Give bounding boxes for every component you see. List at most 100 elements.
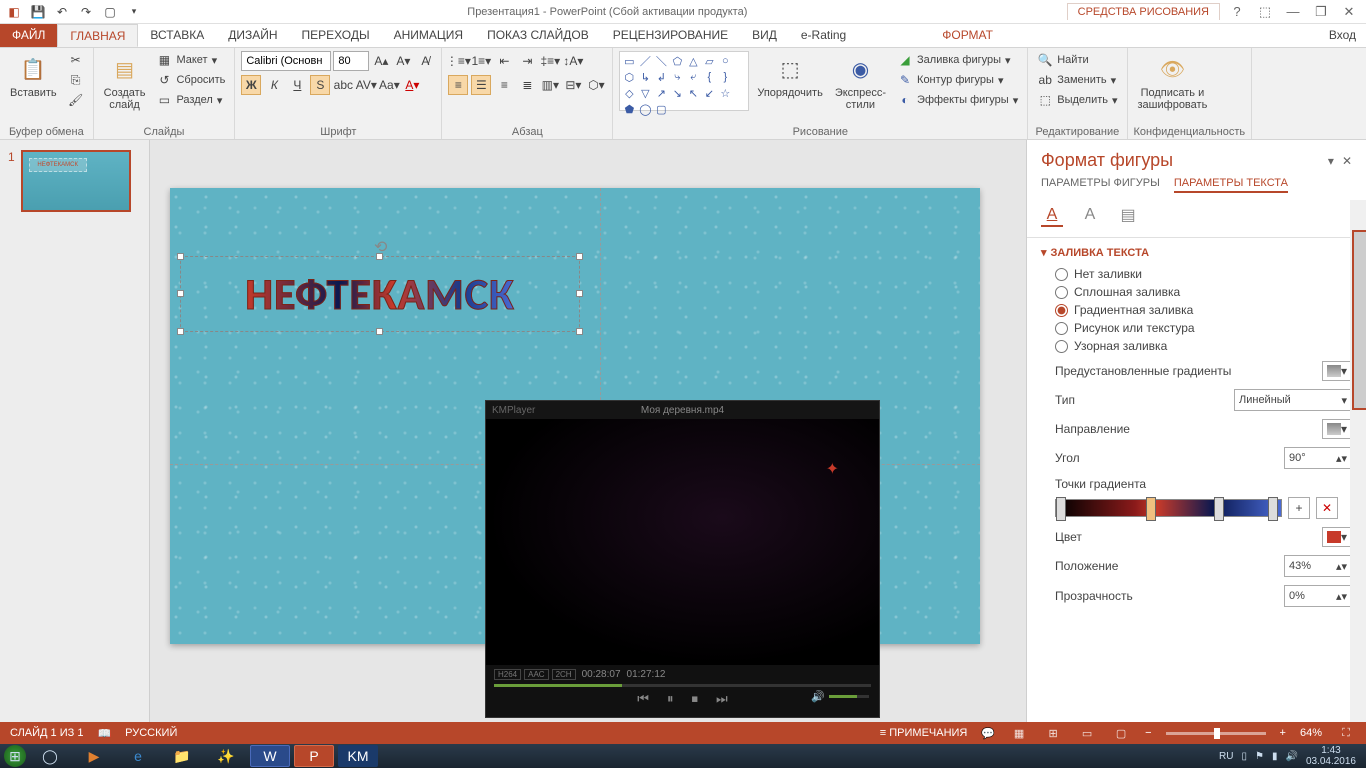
columns-button[interactable]: ▥▾	[540, 75, 560, 95]
shapes-gallery[interactable]: ▭／＼⬠△▱○⬡ ↳↲⤷⤶{}◇▽ ↗↘↖↙☆⬟◯▢	[619, 51, 749, 111]
wordart-text[interactable]: НЕФТЕКАМСК	[245, 267, 515, 321]
pane-scrollbar[interactable]	[1350, 200, 1366, 722]
zoom-level[interactable]: 64%	[1300, 727, 1322, 739]
decrease-indent-button[interactable]: ⇤	[494, 51, 514, 71]
smartart-button[interactable]: ⬡▾	[586, 75, 606, 95]
reset-button[interactable]: ↺Сбросить	[153, 71, 228, 89]
radio-solid-fill[interactable]: Сплошная заливка	[1055, 285, 1352, 299]
taskbar-ie[interactable]: e	[118, 745, 158, 767]
tab-home[interactable]: ГЛАВНАЯ	[57, 24, 138, 47]
gradient-type-combo[interactable]: Линейный▾	[1234, 389, 1352, 411]
font-color-button[interactable]: A▾	[402, 75, 422, 95]
resize-handle-se[interactable]	[576, 328, 583, 335]
radio-gradient-fill[interactable]: Градиентная заливка	[1055, 303, 1352, 317]
kmplayer-volume[interactable]: 🔊	[811, 690, 869, 703]
spell-check-icon[interactable]: 📖	[97, 727, 111, 740]
redo-icon[interactable]: ↷	[78, 4, 94, 20]
change-case-button[interactable]: Aa▾	[379, 75, 399, 95]
pane-tab-shape[interactable]: ПАРАМЕТРЫ ФИГУРЫ	[1041, 177, 1160, 193]
arrange-button[interactable]: ⬚ Упорядочить	[753, 51, 826, 101]
rotation-handle[interactable]: ⟲	[374, 237, 386, 249]
reading-view-button[interactable]: ▭	[1077, 725, 1097, 741]
tray-volume-icon[interactable]: 🔊	[1285, 751, 1297, 762]
remove-gradient-stop-button[interactable]: ✕	[1316, 497, 1338, 519]
align-right-button[interactable]: ≡	[494, 75, 514, 95]
qat-customize-icon[interactable]: ▾	[126, 4, 142, 20]
font-size-combo[interactable]	[333, 51, 369, 71]
align-text-button[interactable]: ⊟▾	[563, 75, 583, 95]
tab-file[interactable]: ФАЙЛ	[0, 24, 57, 47]
maximize-icon[interactable]: ❐	[1312, 4, 1330, 20]
taskbar-wand[interactable]: ✨	[206, 745, 246, 767]
gradient-stop-4[interactable]	[1268, 497, 1278, 521]
kmplayer-progress[interactable]	[494, 684, 871, 687]
taskbar-media[interactable]: ▶	[74, 745, 114, 767]
tab-slideshow[interactable]: ПОКАЗ СЛАЙДОВ	[475, 24, 601, 47]
fit-to-window-button[interactable]: ⛶	[1336, 725, 1356, 741]
slideshow-view-button[interactable]: ▢	[1111, 725, 1131, 741]
start-button[interactable]: ⊞	[4, 745, 26, 767]
tray-flag-icon[interactable]: ⚑	[1255, 751, 1264, 762]
resize-handle-w[interactable]	[177, 290, 184, 297]
position-spinner[interactable]: 43%▴▾	[1284, 555, 1352, 577]
text-effects-icon[interactable]: A	[1079, 205, 1101, 227]
justify-button[interactable]: ≣	[517, 75, 537, 95]
close-icon[interactable]: ✕	[1340, 4, 1358, 20]
find-button[interactable]: 🔍Найти	[1034, 51, 1120, 69]
grow-font-button[interactable]: A▴	[371, 51, 391, 71]
taskbar-explorer[interactable]: 📁	[162, 745, 202, 767]
start-from-beginning-icon[interactable]: ▢	[102, 4, 118, 20]
tab-review[interactable]: РЕЦЕНЗИРОВАНИЕ	[601, 24, 740, 47]
tab-design[interactable]: ДИЗАЙН	[216, 24, 289, 47]
tray-network-icon[interactable]: ▮	[1272, 751, 1278, 762]
gradient-stop-1[interactable]	[1056, 497, 1066, 521]
taskbar-kmplayer[interactable]: KM	[338, 745, 378, 767]
slide-thumbnail-1[interactable]: НЕФТЕКАМСК	[21, 150, 131, 212]
tab-transitions[interactable]: ПЕРЕХОДЫ	[290, 24, 382, 47]
kmplayer-next-button[interactable]: ⏭	[716, 691, 728, 707]
zoom-slider[interactable]	[1166, 732, 1266, 735]
kmplayer-pause-button[interactable]: ⏸	[667, 691, 674, 707]
slide-canvas-area[interactable]: ⟲ НЕФТЕКАМСК KMPlayer Моя деревня.mp4 ✦	[150, 140, 1026, 722]
radio-picture-fill[interactable]: Рисунок или текстура	[1055, 321, 1352, 335]
normal-view-button[interactable]: ▦	[1009, 725, 1029, 741]
paste-button[interactable]: 📋 Вставить	[6, 51, 61, 101]
resize-handle-n[interactable]	[376, 253, 383, 260]
quick-styles-button[interactable]: ◉ Экспресс- стили	[831, 51, 890, 113]
help-icon[interactable]: ?	[1228, 4, 1246, 20]
line-spacing-button[interactable]: ‡≡▾	[540, 51, 560, 71]
section-button[interactable]: ▭Раздел ▾	[153, 91, 228, 109]
layout-button[interactable]: ▦Макет ▾	[153, 51, 228, 69]
tab-erating[interactable]: e-Rating	[789, 24, 858, 47]
tray-lang[interactable]: RU	[1219, 751, 1233, 762]
gradient-stops-slider[interactable]	[1055, 499, 1282, 517]
gradient-direction-dropdown[interactable]: ▾	[1322, 419, 1352, 439]
radio-pattern-fill[interactable]: Узорная заливка	[1055, 339, 1352, 353]
pane-close-icon[interactable]: ✕	[1342, 154, 1352, 168]
tab-insert[interactable]: ВСТАВКА	[138, 24, 216, 47]
new-slide-button[interactable]: ▤ Создать слайд	[100, 51, 150, 113]
replace-button[interactable]: abЗаменить ▾	[1034, 71, 1120, 89]
bullets-button[interactable]: ⋮≡▾	[448, 51, 468, 71]
resize-handle-ne[interactable]	[576, 253, 583, 260]
gradient-stop-3[interactable]	[1214, 497, 1224, 521]
kmplayer-titlebar[interactable]: KMPlayer Моя деревня.mp4	[486, 401, 879, 419]
text-direction-button[interactable]: ↕A▾	[563, 51, 583, 71]
select-button[interactable]: ⬚Выделить ▾	[1034, 91, 1120, 109]
increase-indent-button[interactable]: ⇥	[517, 51, 537, 71]
save-icon[interactable]: 💾	[30, 4, 46, 20]
undo-icon[interactable]: ↶	[54, 4, 70, 20]
kmplayer-prev-button[interactable]: ⏮	[637, 691, 649, 707]
textbox-icon[interactable]: ▤	[1117, 205, 1139, 227]
format-painter-button[interactable]: 🖌	[65, 91, 87, 109]
taskbar-powerpoint[interactable]: P	[294, 745, 334, 767]
pane-options-icon[interactable]: ▾	[1328, 154, 1334, 168]
shadow-button[interactable]: S	[310, 75, 330, 95]
underline-button[interactable]: Ч	[287, 75, 307, 95]
cut-button[interactable]: ✂	[65, 51, 87, 69]
gradient-stop-2[interactable]	[1146, 497, 1156, 521]
status-slide-indicator[interactable]: СЛАЙД 1 ИЗ 1	[10, 727, 83, 739]
text-fill-outline-icon[interactable]: A	[1041, 205, 1063, 227]
kmplayer-window[interactable]: KMPlayer Моя деревня.mp4 ✦ H264 AAC 2CH …	[485, 400, 880, 718]
kmplayer-stop-button[interactable]: ⏹	[692, 691, 699, 707]
